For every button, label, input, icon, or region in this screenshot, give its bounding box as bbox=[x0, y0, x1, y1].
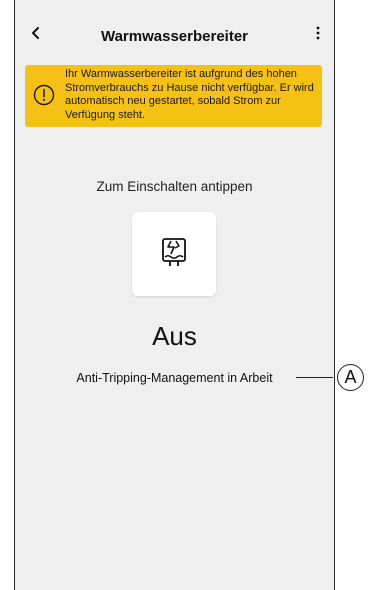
status-text: Anti-Tripping-Management in Arbeit bbox=[76, 371, 273, 385]
page-title: Warmwasserbereiter bbox=[100, 28, 249, 45]
more-options-button[interactable] bbox=[306, 22, 330, 48]
chevron-left-icon bbox=[30, 26, 42, 45]
callout-leader-line bbox=[296, 377, 333, 378]
warning-banner: Ihr Warmwasserbereiter ist aufgrund des … bbox=[25, 65, 322, 127]
device-state: Aus bbox=[152, 321, 197, 351]
tap-hint: Zum Einschalten antippen bbox=[96, 179, 253, 194]
more-vertical-icon bbox=[316, 26, 320, 45]
warning-circle-icon bbox=[33, 84, 55, 106]
back-button[interactable] bbox=[23, 22, 49, 48]
callout-marker: A bbox=[337, 364, 364, 391]
warning-banner-text: Ihr Warmwasserbereiter ist aufgrund des … bbox=[65, 68, 314, 121]
water-heater-tripped-icon bbox=[159, 236, 189, 273]
power-toggle-button[interactable] bbox=[132, 212, 216, 296]
app-header: Warmwasserbereiter bbox=[15, 0, 334, 60]
phone-screen: Warmwasserbereiter Ihr Warmwasserbereite… bbox=[14, 0, 335, 590]
